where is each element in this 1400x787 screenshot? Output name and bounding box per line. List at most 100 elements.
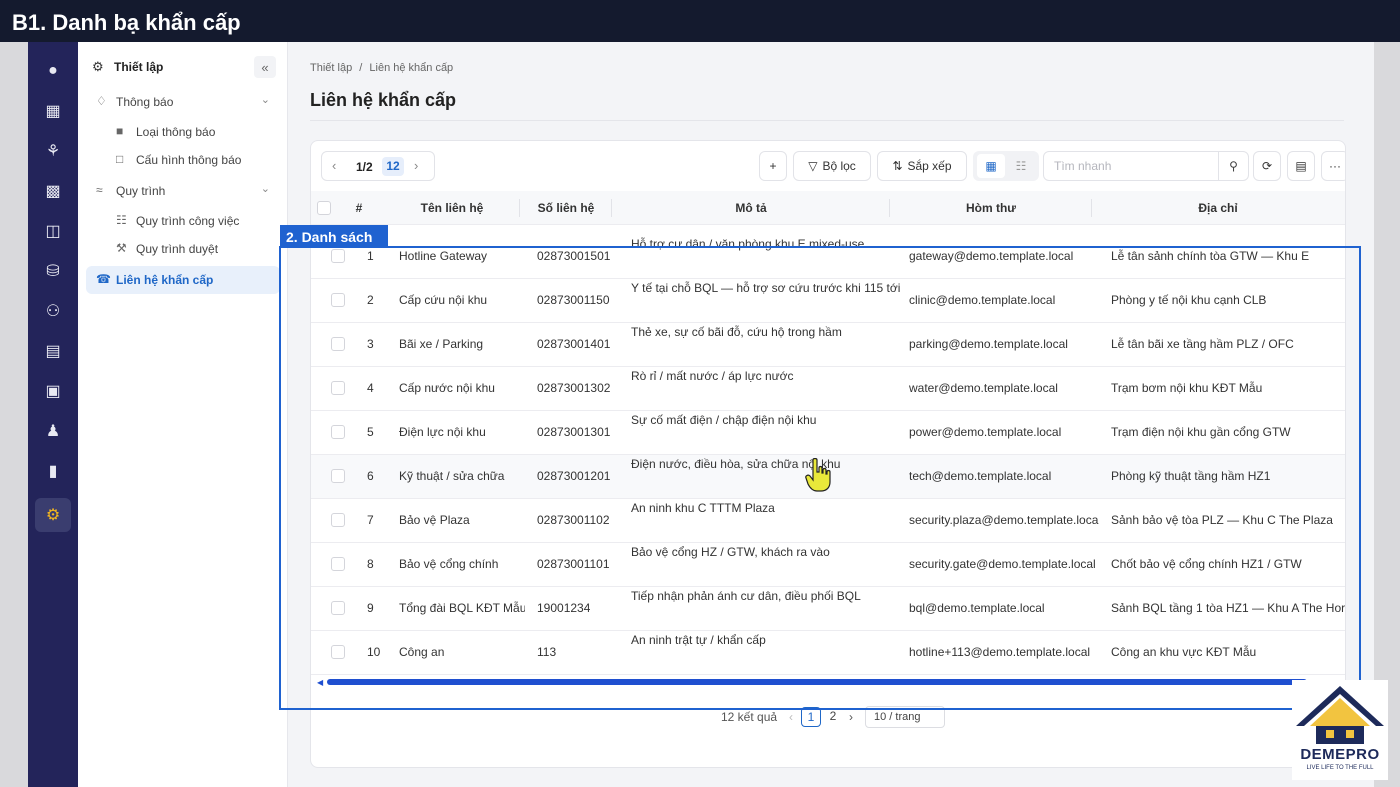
- app-window: ● ▦ ⚘ ▩ ◫ ⛁ ⚇ ▤ ▣ ♟ ▮ ⚙ ⚙ Thiết lập « ♢ …: [28, 42, 1374, 787]
- filter-button[interactable]: ▽ Bộ lọc: [793, 151, 871, 181]
- cell-name: Bãi xe / Parking: [399, 337, 484, 351]
- chevron-right-icon[interactable]: ›: [849, 710, 853, 724]
- chat-icon: □: [116, 152, 124, 166]
- cell-name: Tổng đài BQL KĐT Mẫu: [399, 601, 525, 615]
- table-row[interactable]: 3 Bãi xe / Parking 02873001401 Thẻ xe, s…: [311, 323, 1345, 367]
- annotation-label: 2. Danh sách: [280, 225, 388, 248]
- row-checkbox[interactable]: [331, 337, 345, 351]
- scroll-left-icon[interactable]: ◀: [317, 678, 323, 687]
- apartment-icon[interactable]: ▤: [35, 334, 71, 368]
- row-checkbox[interactable]: [331, 425, 345, 439]
- gear-icon: ⚙: [92, 59, 104, 74]
- search-input[interactable]: [1044, 152, 1218, 180]
- menu-item-thong-bao[interactable]: ♢ Thông báo ⌄: [86, 88, 280, 116]
- chevron-right-icon[interactable]: ›: [414, 158, 418, 173]
- cell-description: An ninh khu C TTTM Plaza: [631, 501, 775, 515]
- column-header-email[interactable]: Hòm thư: [891, 201, 1091, 215]
- person-icon[interactable]: ♟: [35, 414, 71, 448]
- cell-address: Phòng kỹ thuật tầng hầm HZ1: [1111, 469, 1271, 483]
- chart-icon[interactable]: ▮: [35, 454, 71, 488]
- cell-address: Lễ tân bãi xe tầng hầm PLZ / OFC: [1111, 337, 1294, 351]
- page-button[interactable]: 2: [823, 707, 843, 727]
- scrollbar-thumb[interactable]: [327, 679, 1307, 685]
- menu-item-quy-trinh[interactable]: ≈ Quy trình ⌄: [86, 177, 280, 205]
- gear-icon[interactable]: ⚙: [35, 498, 71, 532]
- cell-address: Trạm điện nội khu gần cổng GTW: [1111, 425, 1291, 439]
- refresh-icon[interactable]: ⟳: [1253, 151, 1281, 181]
- menu-item-quy-trinh-cong-viec[interactable]: ☷ Quy trình công việc: [86, 207, 280, 235]
- cell-description: Bảo vệ cổng HZ / GTW, khách ra vào: [631, 545, 830, 559]
- divider: [310, 120, 1344, 121]
- cell-index: 10: [367, 645, 381, 659]
- horizontal-scrollbar[interactable]: ◀: [317, 677, 1337, 687]
- top-pager: ‹ 1/2 12 ›: [321, 151, 435, 181]
- row-checkbox[interactable]: [331, 469, 345, 483]
- chevron-left-icon[interactable]: ‹: [332, 158, 336, 173]
- row-checkbox[interactable]: [331, 381, 345, 395]
- row-checkbox[interactable]: [331, 645, 345, 659]
- grid-view-icon[interactable]: ☷: [1007, 154, 1035, 178]
- row-checkbox[interactable]: [331, 293, 345, 307]
- row-checkbox[interactable]: [331, 513, 345, 527]
- table-view-icon[interactable]: ▦: [977, 154, 1005, 178]
- cell-phone: 19001234: [537, 601, 591, 615]
- add-button[interactable]: +: [759, 151, 787, 181]
- page-size-select[interactable]: 10 / trang: [865, 706, 945, 728]
- sort-button[interactable]: ⇅ Sắp xếp: [877, 151, 967, 181]
- row-checkbox[interactable]: [331, 557, 345, 571]
- users-icon[interactable]: ⚇: [35, 294, 71, 328]
- cell-description: Sự cố mất điện / chập điện nội khu: [631, 413, 817, 427]
- cell-phone: 02873001101: [537, 557, 610, 571]
- calculator-icon[interactable]: ▩: [35, 174, 71, 208]
- menu-item-lien-he-khan-cap[interactable]: ☎ Liên hệ khẩn cấp: [86, 266, 280, 294]
- table-row[interactable]: 1 Hotline Gateway 02873001501 Hỗ trợ cư …: [311, 235, 1345, 279]
- cell-email: power@demo.template.local: [909, 425, 1062, 439]
- page-button[interactable]: 1: [801, 707, 821, 727]
- page-size-badge[interactable]: 12: [382, 157, 404, 176]
- row-checkbox[interactable]: [331, 249, 345, 263]
- table-row[interactable]: 5 Điện lực nội khu 02873001301 Sự cố mất…: [311, 411, 1345, 455]
- breadcrumb-separator: /: [359, 62, 363, 74]
- cell-address: Phòng y tế nội khu cạnh CLB: [1111, 293, 1267, 307]
- menu-item-quy-trinh-duyet[interactable]: ⚒ Quy trình duyệt: [86, 235, 280, 263]
- table-row[interactable]: 4 Cấp nước nội khu 02873001302 Rò rỉ / m…: [311, 367, 1345, 411]
- column-header-name[interactable]: Tên liên hệ: [387, 201, 517, 215]
- column-header-description[interactable]: Mô tả: [613, 201, 889, 215]
- cell-index: 3: [367, 337, 374, 351]
- store-icon[interactable]: ▣: [35, 374, 71, 408]
- vertical-scrollbar[interactable]: [1345, 229, 1346, 669]
- cell-index: 9: [367, 601, 374, 615]
- table-row[interactable]: 2 Cấp cứu nội khu 02873001150 Y tế tại c…: [311, 279, 1345, 323]
- cell-email: security.plaza@demo.template.local: [909, 513, 1099, 527]
- menu-item-label: Quy trình công việc: [136, 214, 240, 228]
- row-checkbox[interactable]: [331, 601, 345, 615]
- column-header-phone[interactable]: Số liên hệ: [523, 201, 609, 215]
- cell-name: Kỹ thuật / sửa chữa: [399, 469, 505, 483]
- network-icon[interactable]: ⚘: [35, 134, 71, 168]
- search-icon[interactable]: ⚲: [1218, 152, 1248, 180]
- select-all-checkbox[interactable]: [317, 201, 331, 215]
- menu-item-loai-thong-bao[interactable]: ■ Loại thông báo: [86, 118, 280, 146]
- table-card: ‹ 1/2 12 › + ▽ Bộ lọc ⇅ Sắp xếp ▦ ☷ Tìm …: [310, 140, 1346, 768]
- briefcase-icon[interactable]: ◫: [35, 214, 71, 248]
- building-icon[interactable]: ▦: [35, 94, 71, 128]
- chevron-left-icon[interactable]: ‹: [789, 710, 793, 724]
- menu-item-cau-hinh-thong-bao[interactable]: □ Cấu hình thông báo: [86, 146, 280, 174]
- user-icon[interactable]: ●: [35, 54, 71, 88]
- column-header-address[interactable]: Địa chỉ: [1093, 201, 1343, 215]
- export-icon[interactable]: ▤: [1287, 151, 1315, 181]
- table-row[interactable]: 7 Bảo vệ Plaza 02873001102 An ninh khu C…: [311, 499, 1345, 543]
- car-icon[interactable]: ⛁: [35, 254, 71, 288]
- main-content: Thiết lập / Liên hệ khẩn cấp Liên hệ khẩ…: [288, 42, 1374, 787]
- breadcrumb-item[interactable]: Thiết lập: [310, 62, 352, 74]
- column-header-index[interactable]: #: [341, 201, 377, 215]
- cell-email: clinic@demo.template.local: [909, 293, 1056, 307]
- more-button[interactable]: ···: [1321, 151, 1345, 181]
- table-row[interactable]: 8 Bảo vệ cổng chính 02873001101 Bảo vệ c…: [311, 543, 1345, 587]
- table-row[interactable]: 9 Tổng đài BQL KĐT Mẫu 19001234 Tiếp nhậ…: [311, 587, 1345, 631]
- column-separator: [519, 199, 520, 217]
- menu-title: Thiết lập: [114, 60, 164, 74]
- collapse-menu-button[interactable]: «: [254, 56, 276, 78]
- table-row[interactable]: 10 Công an 113 An ninh trật tự / khẩn cấ…: [311, 631, 1345, 675]
- hand-cursor-icon: [805, 458, 831, 492]
